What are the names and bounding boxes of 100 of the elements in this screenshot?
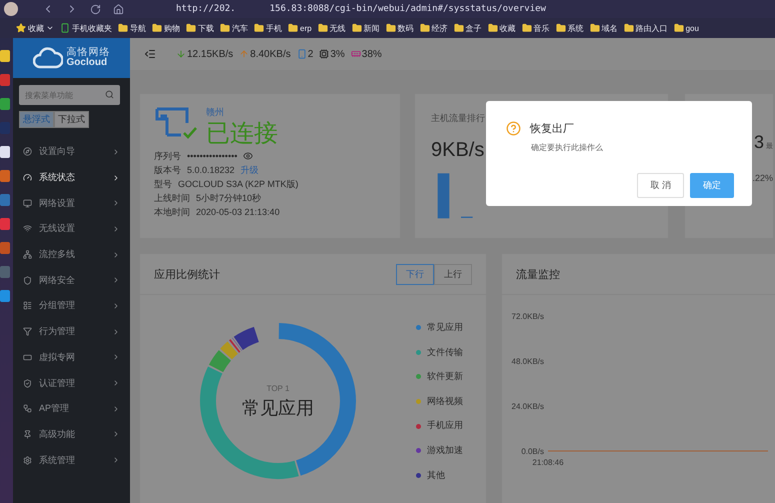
card-title: 流量监控	[516, 268, 560, 282]
bookmark[interactable]: 经济	[420, 22, 448, 34]
menu-item[interactable]: 行为管理	[13, 318, 130, 344]
bookmark[interactable]: erp	[288, 23, 312, 33]
menu-item[interactable]: 高级功能	[13, 422, 130, 448]
dialog-message: 确定要执行此操作么	[531, 142, 604, 153]
menu-item[interactable]: 系统管理	[13, 447, 130, 473]
menu-item[interactable]: 分组管理	[13, 293, 130, 319]
menu-icon	[23, 224, 32, 234]
brand-name: Gocloud	[66, 58, 108, 68]
star-icon	[16, 23, 26, 33]
url-text[interactable]: 156.83:8088/cgi-bin/webui/admin#/sysstatus/overview	[270, 4, 546, 14]
time-label: 21:08:46	[532, 458, 564, 467]
y-axis-label: 72.0KB/s	[512, 312, 544, 321]
stat-value: 3	[754, 132, 764, 153]
menu-icon	[23, 327, 32, 336]
bookmark[interactable]: 路由入口	[624, 22, 668, 34]
avatar[interactable]	[4, 2, 18, 16]
app-icon[interactable]	[0, 170, 10, 182]
menu-icon	[23, 430, 32, 439]
info-value: 5.0.0.18232	[187, 165, 235, 175]
legend-label: 其他	[427, 468, 445, 482]
app-icon[interactable]	[0, 50, 10, 62]
folder-icon	[624, 23, 634, 33]
folder-icon	[420, 23, 430, 33]
menu-icon	[23, 378, 32, 388]
menu-item[interactable]: 无线设置	[13, 216, 130, 242]
bookmark[interactable]: 音乐	[522, 22, 550, 34]
app-icon[interactable]	[0, 218, 10, 230]
bookmark[interactable]: 购物	[152, 22, 180, 34]
bookmark[interactable]: 收藏	[16, 22, 54, 34]
eye-icon[interactable]	[243, 151, 254, 161]
chevron-icon	[112, 224, 120, 233]
upload-rate: 8.40KB/s	[250, 48, 291, 60]
menu-item[interactable]: 网络设置	[13, 190, 130, 216]
folder-icon	[288, 23, 298, 33]
y-axis-label: 0.0B/s	[521, 447, 544, 456]
menu-item[interactable]: 网络安全	[13, 267, 130, 294]
search-icon[interactable]	[105, 90, 114, 99]
stat-percent: .22%	[752, 173, 773, 183]
cancel-button[interactable]: 取 消	[637, 173, 684, 198]
menu-item[interactable]: AP管理	[13, 396, 130, 422]
menu-item[interactable]: 系统状态	[13, 164, 130, 190]
app-icon[interactable]	[0, 146, 10, 158]
legend-label: 文件传输	[427, 346, 463, 359]
direction-tab[interactable]: 上行	[434, 264, 472, 284]
chip-icon	[319, 49, 330, 59]
app-icon[interactable]	[0, 242, 10, 254]
menu-icon	[23, 352, 32, 362]
app-icon[interactable]	[0, 194, 10, 206]
bookmark[interactable]: 收藏	[488, 22, 516, 34]
mode-tab[interactable]: 下拉式	[54, 111, 89, 128]
folder-icon	[488, 23, 498, 33]
chevron-icon	[112, 379, 120, 388]
reload-icon[interactable]	[90, 4, 101, 14]
bookmark[interactable]: 下载	[186, 22, 214, 34]
bookmark[interactable]: 导航	[118, 22, 146, 34]
bookmark[interactable]: 新闻	[352, 22, 380, 34]
phone-icon	[60, 23, 70, 33]
app-icon[interactable]	[0, 98, 10, 110]
info-value: 5小时7分钟10秒	[196, 192, 262, 204]
chevron-icon	[112, 328, 120, 336]
chevron-icon	[112, 276, 120, 284]
bookmark[interactable]: 手机收藏夹	[60, 22, 112, 34]
folder-icon	[590, 23, 600, 33]
menu-toggle-icon[interactable]	[144, 48, 156, 60]
bookmark[interactable]: 无线	[318, 22, 346, 34]
bookmark[interactable]: 数码	[386, 22, 414, 34]
legend-label: 常见应用	[427, 321, 463, 334]
app-icon[interactable]	[0, 74, 10, 86]
chevron-icon	[112, 174, 120, 182]
home-icon[interactable]	[113, 4, 124, 14]
bookmark[interactable]: gou	[674, 23, 699, 33]
menu-icon	[23, 173, 32, 182]
chevron-icon	[112, 148, 120, 156]
menu-item[interactable]: 认证管理	[13, 370, 130, 396]
bookmark[interactable]: 汽车	[220, 22, 248, 34]
folder-icon	[454, 23, 464, 33]
info-value: GOCLOUD S3A (K2P MTK版)	[178, 178, 298, 190]
menu-item[interactable]: 设置向导	[13, 139, 130, 165]
memory-usage: 38%	[362, 48, 382, 60]
chevron-icon	[112, 250, 120, 259]
cpu-usage: 3%	[330, 48, 345, 60]
folder-icon	[522, 23, 532, 33]
legend-label: 游戏加速	[427, 444, 463, 457]
bookmark[interactable]: 盒子	[454, 22, 482, 34]
menu-icon	[23, 404, 32, 414]
folder-icon	[674, 23, 684, 33]
app-icon[interactable]	[0, 290, 10, 302]
menu-item[interactable]: 虚拟专网	[13, 344, 130, 370]
card-title: 主机流量排行	[431, 112, 486, 125]
folder-icon	[386, 23, 396, 33]
url-text[interactable]: http://202.	[176, 4, 236, 14]
bookmark[interactable]: 手机	[254, 22, 282, 34]
bookmark[interactable]: 域名	[590, 22, 618, 34]
chevron-icon	[112, 353, 120, 362]
menu-item[interactable]: 流控多线	[13, 242, 130, 268]
info-value: ••••••••••••••••	[187, 151, 238, 161]
info-label: 本地时间	[154, 206, 190, 218]
bookmark[interactable]: 系统	[556, 22, 584, 34]
